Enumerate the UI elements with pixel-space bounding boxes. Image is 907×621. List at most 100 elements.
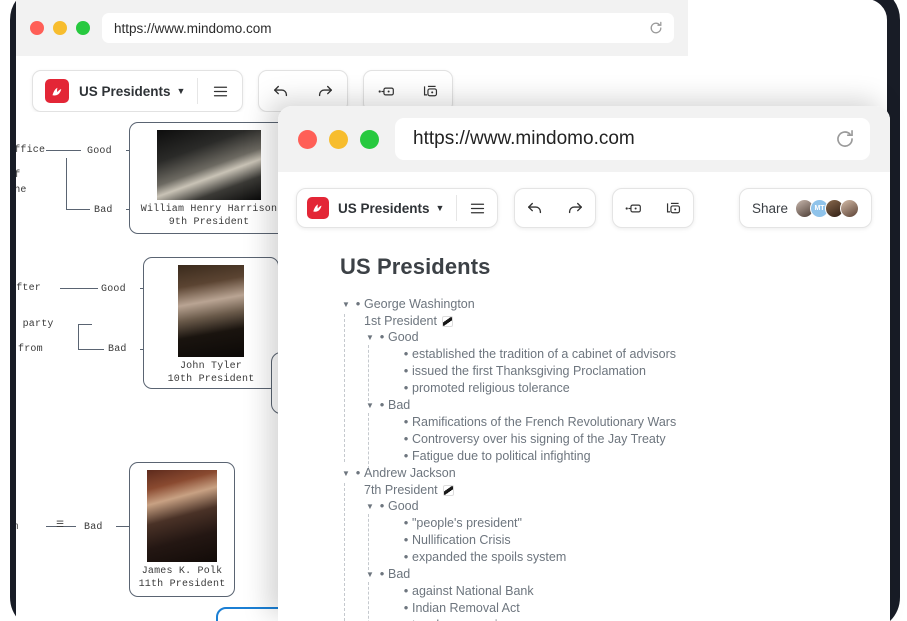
outline-item-president[interactable]: ▼ • George Washington <box>340 296 890 313</box>
hamburger-menu-icon[interactable] <box>457 188 497 228</box>
outline-group-bad[interactable]: ▼ • Bad • against National Bank • Indian… <box>340 566 890 621</box>
outline-item-group[interactable]: ▼ • Bad <box>364 397 890 414</box>
reload-icon[interactable] <box>834 128 856 150</box>
outline-group-good[interactable]: ▼ • Good • established the tradition of … <box>340 329 890 401</box>
outline-group-bad[interactable]: ▼ • Bad • Ramifications of the French Re… <box>340 397 890 469</box>
map-node-menu-icon[interactable]: ☰ <box>56 520 64 530</box>
back-toolbar[interactable]: US Presidents ▼ <box>16 56 688 112</box>
outline-point[interactable]: • Fatigue due to political infighting <box>400 448 890 465</box>
point-text: tough, aggressive <box>412 617 511 621</box>
front-toolbar[interactable]: US Presidents ▼ Share MT <box>278 172 890 228</box>
back-doc-title: US Presidents <box>79 83 171 99</box>
mindmap-node-polk[interactable]: James K. Polk 11th President <box>129 462 235 597</box>
reload-icon[interactable] <box>648 20 664 36</box>
outline-point[interactable]: • expanded the spoils system <box>400 549 890 566</box>
close-button-icon[interactable] <box>30 21 44 35</box>
undo-arrow-icon[interactable] <box>515 188 555 228</box>
triangle-down-icon[interactable]: ▼ <box>364 498 376 515</box>
image-thumbnail-icon[interactable] <box>441 315 453 327</box>
outline-item-rank[interactable]: 1st President <box>340 313 890 329</box>
front-doc-group[interactable]: US Presidents ▼ <box>296 188 499 228</box>
back-doc-group[interactable]: US Presidents ▼ <box>32 70 244 112</box>
back-address-bar[interactable]: https://www.mindomo.com <box>102 13 674 43</box>
share-label: Share <box>751 200 788 216</box>
image-thumbnail-icon[interactable] <box>442 484 454 496</box>
triangle-down-icon[interactable]: ▼ <box>364 397 376 414</box>
bullet-dot-icon: • <box>355 465 361 480</box>
outline-item-group[interactable]: ▼ • Bad <box>364 566 890 583</box>
hamburger-menu-icon[interactable] <box>198 70 242 112</box>
outline-point[interactable]: • against National Bank <box>400 583 890 600</box>
point-text: issued the first Thanksgiving Proclamati… <box>412 364 646 378</box>
bullet-dot-icon: • <box>403 380 409 395</box>
point-text: established the tradition of a cabinet o… <box>412 347 677 361</box>
foreground-browser-window[interactable]: https://www.mindomo.com US Presidents ▼ <box>278 106 890 621</box>
front-address-bar[interactable]: https://www.mindomo.com <box>395 118 870 160</box>
point-text: Controversy over his signing of the Jay … <box>412 432 666 446</box>
map-branch-label-bad-2: Bad <box>108 344 127 355</box>
portrait-image <box>178 265 244 357</box>
outline-point[interactable]: • issued the first Thanksgiving Proclama… <box>400 363 890 380</box>
outline-point[interactable]: • Nullification Crisis <box>400 532 890 549</box>
outline-item-group[interactable]: ▼ • Good <box>364 329 890 346</box>
outline-guide-line <box>368 514 369 570</box>
outline-point[interactable]: • Ramifications of the French Revolution… <box>400 414 890 431</box>
group-label: Good <box>388 330 419 344</box>
mindmap-node-tyler[interactable]: John Tyler 10th President <box>143 257 279 389</box>
bullet-dot-icon: • <box>379 329 385 344</box>
map-fragment-of: of <box>16 170 21 181</box>
mindmap-layout-icon[interactable] <box>613 188 653 228</box>
avatar[interactable] <box>840 198 859 218</box>
outline-group-good[interactable]: ▼ • Good • "people's president" • Nullif… <box>340 498 890 570</box>
outline-point[interactable]: • Indian Removal Act <box>400 600 890 617</box>
chevron-down-icon[interactable]: ▼ <box>177 86 186 96</box>
triangle-down-icon[interactable]: ▼ <box>364 329 376 346</box>
share-button[interactable]: Share MT <box>738 188 872 228</box>
bullet-dot-icon: • <box>403 549 409 564</box>
outline-point[interactable]: • "people's president" <box>400 515 890 532</box>
triangle-down-icon[interactable]: ▼ <box>340 296 352 313</box>
outline-point[interactable]: • established the tradition of a cabinet… <box>400 346 890 363</box>
back-traffic-lights[interactable] <box>30 21 90 35</box>
front-history-group[interactable] <box>514 188 597 228</box>
outline-section-washington[interactable]: ▼ • George Washington 1st President ▼ • <box>340 296 890 469</box>
mindmap-node-harrison[interactable]: William Henry Harrison 9th President <box>129 122 289 234</box>
outline-item-president[interactable]: ▼ • Andrew Jackson <box>340 465 890 482</box>
portrait-image <box>157 130 261 200</box>
front-traffic-lights[interactable] <box>298 129 379 149</box>
maximize-button-icon[interactable] <box>360 129 379 149</box>
outline-view[interactable]: US Presidents ▼ • George Washington 1st … <box>278 228 890 621</box>
triangle-down-icon[interactable]: ▼ <box>364 566 376 583</box>
outline-point[interactable]: • Controversy over his signing of the Ja… <box>400 431 890 448</box>
chevron-down-icon[interactable]: ▼ <box>436 203 445 213</box>
outline-guide-line <box>368 582 369 621</box>
president-rank: 7th President <box>364 483 438 497</box>
outline-item-group[interactable]: ▼ • Good <box>364 498 890 515</box>
map-branch-label-bad-1: Bad <box>94 205 113 216</box>
map-edge <box>78 324 80 350</box>
outline-layout-icon[interactable] <box>653 188 693 228</box>
bullet-dot-icon: • <box>379 397 385 412</box>
map-branch-label-good-2: Good <box>101 284 126 295</box>
outline-item-rank[interactable]: 7th President <box>340 482 890 498</box>
minimize-button-icon[interactable] <box>53 21 67 35</box>
bullet-dot-icon: • <box>403 600 409 615</box>
map-branch-label-good-1: Good <box>87 146 112 157</box>
outline-guide-line <box>368 345 369 401</box>
maximize-button-icon[interactable] <box>76 21 90 35</box>
outline-point[interactable]: • promoted religious tolerance <box>400 380 890 397</box>
point-text: expanded the spoils system <box>412 550 567 564</box>
bullet-dot-icon: • <box>403 431 409 446</box>
collaborator-avatars[interactable]: MT <box>795 198 859 218</box>
front-doc-title: US Presidents <box>338 200 430 216</box>
president-name: Andrew Jackson <box>364 466 456 480</box>
front-view-group[interactable] <box>612 188 695 228</box>
outline-point[interactable]: • tough, aggressive <box>400 617 890 621</box>
outline-section-jackson[interactable]: ▼ • Andrew Jackson 7th President ▼ • Goo… <box>340 465 890 621</box>
group-label: Bad <box>388 567 411 581</box>
back-window-chrome: https://www.mindomo.com <box>16 0 688 56</box>
minimize-button-icon[interactable] <box>329 129 348 149</box>
close-button-icon[interactable] <box>298 129 317 149</box>
triangle-down-icon[interactable]: ▼ <box>340 465 352 482</box>
redo-arrow-icon[interactable] <box>555 188 595 228</box>
